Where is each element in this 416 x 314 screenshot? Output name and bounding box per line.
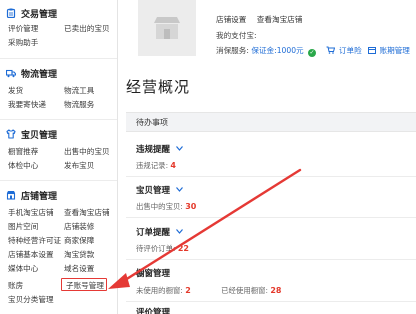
service-label: 消保服务:	[216, 46, 249, 55]
todo-group-items: 宝贝管理	[136, 184, 183, 196]
link-logistics-service[interactable]: 物流服务	[64, 100, 94, 110]
order-insurance-link[interactable]: 订单险	[339, 46, 362, 55]
section-logistics-label: 物流管理	[21, 69, 58, 80]
section-items-label: 宝贝管理	[21, 130, 58, 141]
link-mobile-store[interactable]: 手机淘宝店铺	[8, 208, 54, 218]
todo-violation-toggle[interactable]: 违规提醒	[136, 143, 183, 155]
todo-window-line: 未使用的橱窗: 2 已经使用橱窗: 28	[136, 285, 281, 296]
todo-review-toggle[interactable]: 评价管理	[136, 306, 170, 314]
clipboard-icon	[6, 8, 16, 18]
alipay-row: 我的支付宝:	[216, 30, 257, 41]
shop-links-row: 店铺设置 查看淘宝店铺	[216, 14, 302, 25]
section-trade-title: 交易管理	[6, 6, 57, 20]
link-purchase-assistant[interactable]: 采购助手	[8, 38, 38, 48]
link-media-center[interactable]: 媒体中心	[8, 264, 38, 274]
items-on-sale-count[interactable]: 30	[185, 202, 196, 211]
link-store-basic-settings[interactable]: 店铺基本设置	[8, 250, 54, 260]
todo-items-line: 出售中的宝贝: 30	[136, 201, 196, 212]
todo-group-violation: 违规提醒	[136, 143, 183, 155]
store-placeholder-icon	[154, 17, 180, 39]
todo-orders-title: 订单提醒	[136, 228, 171, 238]
service-row: 消保服务: 保证金:1000元 ✓ 订单险 账期管理	[216, 45, 410, 57]
page-title: 经营概况	[126, 78, 191, 96]
todo-violation-line: 违规记录: 4	[136, 160, 176, 171]
link-window-recommend[interactable]: 橱窗推荐	[8, 147, 38, 157]
pending-review-count[interactable]: 22	[178, 244, 189, 253]
todo-violation-title: 违规提醒	[136, 145, 171, 155]
todo-orders-toggle[interactable]: 订单提醒	[136, 226, 183, 238]
todo-items-toggle[interactable]: 宝贝管理	[136, 184, 183, 196]
chevron-down-icon	[176, 186, 183, 194]
pending-review-label: 待评价订单:	[136, 244, 176, 253]
sidebar: 交易管理 评价管理 已卖出的宝贝 采购助手 物流管理 发货 物流工具 我要寄快递…	[0, 0, 118, 314]
store-settings-link[interactable]: 店铺设置	[216, 15, 246, 24]
store-icon	[6, 190, 16, 200]
todo-group-orders: 订单提醒	[136, 226, 183, 238]
link-ship[interactable]: 发货	[8, 86, 23, 96]
divider	[0, 58, 117, 59]
link-send-express[interactable]: 我要寄快递	[8, 100, 46, 110]
link-merchant-guarantee[interactable]: 商家保障	[64, 236, 94, 246]
divider	[126, 176, 416, 177]
link-domain-settings[interactable]: 域名设置	[64, 264, 94, 274]
link-publish-item[interactable]: 发布宝贝	[64, 161, 94, 171]
section-trade-label: 交易管理	[21, 9, 58, 20]
calendar-icon	[368, 46, 377, 54]
unused-window-count[interactable]: 2	[185, 286, 191, 295]
divider	[0, 180, 117, 181]
main-content: 店铺设置 查看淘宝店铺 我的支付宝: 消保服务: 保证金:1000元 ✓ 订单险…	[118, 0, 416, 314]
section-store-title: 店铺管理	[6, 188, 57, 202]
todo-window-toggle[interactable]: 橱窗管理	[136, 267, 170, 279]
divider	[126, 217, 416, 218]
alipay-label: 我的支付宝:	[216, 31, 257, 40]
link-accounting[interactable]: 账房	[8, 281, 23, 291]
link-items-on-sale[interactable]: 出售中的宝贝	[64, 147, 110, 157]
link-sold-items[interactable]: 已卖出的宝贝	[64, 24, 110, 34]
highlight-box	[61, 278, 107, 291]
link-item-category-manage[interactable]: 宝贝分类管理	[8, 295, 54, 305]
todo-orders-line: 待评价订单: 22	[136, 243, 189, 254]
todo-items-title: 宝贝管理	[136, 186, 171, 196]
chevron-down-icon	[176, 228, 183, 236]
violation-label: 违规记录:	[136, 161, 169, 170]
link-logistics-tools[interactable]: 物流工具	[64, 86, 94, 96]
section-items-title: 宝贝管理	[6, 127, 57, 141]
divider	[0, 119, 117, 120]
shirt-icon	[6, 129, 16, 139]
link-special-license[interactable]: 特种经营许可证	[8, 236, 61, 246]
section-logistics-title: 物流管理	[6, 66, 57, 80]
divider	[126, 259, 416, 260]
link-image-space[interactable]: 图片空间	[8, 222, 38, 232]
violation-count[interactable]: 4	[170, 161, 176, 170]
used-window-label: 已经使用橱窗:	[221, 286, 268, 295]
check-icon: ✓	[308, 49, 317, 57]
unused-window-label: 未使用的橱窗:	[136, 286, 183, 295]
todo-label: 待办事项	[136, 117, 168, 127]
view-store-link[interactable]: 查看淘宝店铺	[257, 15, 303, 24]
truck-icon	[6, 68, 16, 78]
link-taobao-loan[interactable]: 淘宝贷款	[64, 250, 94, 260]
todo-window-title: 橱窗管理	[136, 269, 171, 279]
todo-group-review: 评价管理	[136, 306, 170, 314]
section-store-label: 店铺管理	[21, 191, 58, 202]
deposit-link[interactable]: 保证金:1000元	[251, 46, 303, 55]
items-on-sale-label: 出售中的宝贝:	[136, 202, 183, 211]
cart-icon	[326, 46, 336, 54]
link-health-center[interactable]: 体检中心	[8, 161, 38, 171]
todo-group-window: 橱窗管理	[136, 267, 170, 279]
link-view-taobao-store[interactable]: 查看淘宝店铺	[64, 208, 110, 218]
used-window-count[interactable]: 28	[270, 286, 281, 295]
shop-thumbnail[interactable]	[138, 0, 196, 56]
todo-header: 待办事项	[126, 112, 416, 132]
divider	[126, 301, 416, 302]
link-store-decoration[interactable]: 店铺装修	[64, 222, 94, 232]
account-period-link[interactable]: 账期管理	[380, 46, 410, 55]
chevron-down-icon	[176, 145, 183, 153]
link-review-manage[interactable]: 评价管理	[8, 24, 38, 34]
todo-review-title: 评价管理	[136, 308, 171, 314]
